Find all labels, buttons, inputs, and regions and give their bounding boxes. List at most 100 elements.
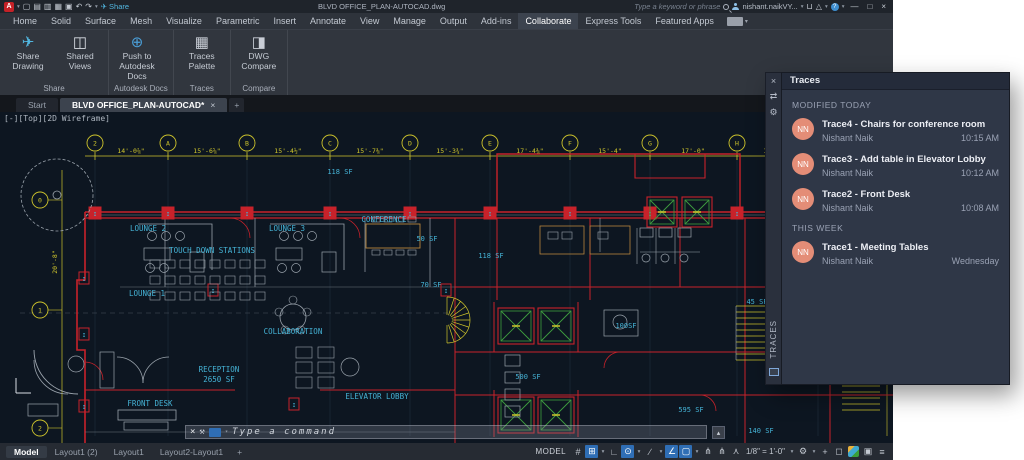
redo-icon[interactable]: ↷ [85,0,92,13]
search-input[interactable]: Type a keyword or phrase [634,2,720,11]
autodesk-account-icon[interactable]: △ [816,0,822,13]
ribbon-tab-output[interactable]: Output [433,13,474,29]
ribbon-tab-solid[interactable]: Solid [44,13,78,29]
save-icon[interactable]: ▥ [44,0,52,13]
logo-caret-icon[interactable]: ▾ [17,4,20,10]
customize-menu-icon[interactable]: ≡ [876,445,889,458]
tab-close-icon[interactable]: × [210,100,215,110]
layout-tab-layout1[interactable]: Layout1 [106,446,152,458]
maximize-button[interactable]: □ [864,2,875,11]
new-layout-button[interactable]: + [231,446,248,458]
share-quick-button[interactable]: ✈ Share [101,2,129,11]
trace-list-item[interactable]: NNTrace3 - Add table in Elevator LobbyNi… [792,153,999,178]
polar-tracking-icon[interactable]: ⊙ [621,445,634,458]
ribbon-group-autodesk-docs: ⊕Push toAutodesk DocsAutodesk Docs [109,30,174,95]
osnap-caret-icon[interactable]: ▾ [693,445,700,458]
osnap-icon[interactable]: ▢ [679,445,692,458]
username-label[interactable]: nishant.naikVY... [742,2,797,11]
push-to-autodesk-docs-button[interactable]: ⊕Push toAutodesk Docs [114,33,160,83]
plot-icon[interactable]: ▣ [65,0,73,13]
tab-start[interactable]: Start [16,98,58,112]
polar-caret-icon[interactable]: ▾ [635,445,642,458]
ribbon-tab-surface[interactable]: Surface [78,13,123,29]
autotrack-icon[interactable]: ∠ [665,445,678,458]
help-caret-icon[interactable]: ▾ [842,4,845,10]
drawing-canvas[interactable]: [-][Top][2D Wireframe] IIIIIIIIIIIIIIII2… [0,112,893,443]
ribbon-tab-collaborate[interactable]: Collaborate [518,13,578,29]
new-drawing-tab-button[interactable]: + [229,98,244,112]
new-file-icon[interactable]: ▢ [23,0,31,13]
save-as-icon[interactable]: ▦ [54,0,62,13]
traces-spine-bottom-icon[interactable] [769,368,779,376]
ribbon-display-toggle[interactable] [727,17,743,26]
ribbon-tab-parametric[interactable]: Parametric [209,13,267,29]
annotation-scale-icon[interactable]: ⋏ [729,445,742,458]
ribbon-tab-visualize[interactable]: Visualize [159,13,209,29]
user-avatar-icon[interactable] [732,3,739,10]
annotation-autoscale-icon[interactable]: ⋔ [715,445,728,458]
undo-icon[interactable]: ↶ [76,0,83,13]
ribbon-tab-annotate[interactable]: Annotate [303,13,353,29]
ribbon-tab-manage[interactable]: Manage [386,13,433,29]
isolate-objects-icon[interactable]: ◻ [833,445,846,458]
share-drawing-button[interactable]: ✈ShareDrawing [5,33,51,83]
close-button[interactable]: × [878,2,889,11]
ortho-mode-icon[interactable]: ∟ [607,445,620,458]
annotation-scale-value[interactable]: 1/8" = 1'-0" [746,447,785,456]
scale-caret-icon[interactable]: ▾ [789,445,796,458]
svg-text:I: I [245,212,248,218]
panel-settings-gear-icon[interactable]: ⚙ [769,107,777,118]
account-caret-icon[interactable]: ▾ [825,4,828,10]
settings-gear-icon[interactable]: ⚙ [797,445,810,458]
minimize-button[interactable]: — [847,2,861,11]
autocad-logo-icon[interactable]: A [4,2,14,12]
ribbon-tab-featured-apps[interactable]: Featured Apps [648,13,721,29]
ribbon-display-caret-icon[interactable]: ▾ [745,18,748,25]
ribbon-tab-view[interactable]: View [353,13,386,29]
avatar: NN [792,241,814,263]
recent-commands-icon[interactable] [209,428,221,437]
customization-plus-icon[interactable]: + [819,445,832,458]
command-close-icon[interactable]: × [190,427,195,437]
traces-vertical-label: TRACES [769,320,778,358]
viewport-controls[interactable]: [-][Top][2D Wireframe] [4,114,110,123]
command-input[interactable]: Type a command [232,427,336,437]
isodraft-icon[interactable]: ∕ [643,445,656,458]
grid-display-icon[interactable]: # [571,445,584,458]
command-history-up-button[interactable]: ▴ [712,426,725,439]
help-icon[interactable]: ? [831,3,839,11]
model-space-label[interactable]: MODEL [536,447,566,456]
annotation-visibility-icon[interactable]: ⋔ [701,445,714,458]
gear-caret-icon[interactable]: ▾ [811,445,818,458]
layout-tab-layout2-layout1[interactable]: Layout2-Layout1 [152,446,231,458]
shared-views-button[interactable]: ◫SharedViews [57,33,103,83]
ribbon-tab-add-ins[interactable]: Add-ins [474,13,519,29]
layout-tab-layout1-2-[interactable]: Layout1 (2) [47,446,106,458]
clean-screen-icon[interactable]: ▣ [862,445,875,458]
command-line[interactable]: × ⚒ ▾ Type a command [185,425,707,439]
ribbon-tab-insert[interactable]: Insert [266,13,303,29]
snap-mode-icon[interactable]: ⊞ [585,445,598,458]
isodraft-caret-icon[interactable]: ▾ [657,445,664,458]
tab-active-drawing[interactable]: BLVD OFFICE_PLAN-AUTOCAD* × [60,98,227,112]
dwg-compare-button[interactable]: ◨DWGCompare [236,33,282,83]
app-store-cart-icon[interactable]: ⊔ [807,0,813,13]
traces-palette-button[interactable]: ▦TracesPalette [179,33,225,83]
snap-caret-icon[interactable]: ▾ [599,445,606,458]
open-file-icon[interactable]: ▤ [33,0,41,13]
username-caret-icon[interactable]: ▾ [801,4,804,10]
recent-commands-caret-icon[interactable]: ▾ [225,429,228,435]
customize-wrench-icon[interactable]: ⚒ [199,427,204,437]
trace-list-item[interactable]: NNTrace1 - Meeting TablesNishant NaikWed… [792,241,999,266]
ribbon-tab-home[interactable]: Home [6,13,44,29]
panel-autohide-icon[interactable]: ⇄ [770,91,778,102]
hardware-accel-icon[interactable] [848,446,859,457]
trace-list-item[interactable]: NNTrace2 - Front DeskNishant Naik10:08 A… [792,188,999,213]
trace-list-item[interactable]: NNTrace4 - Chairs for conference roomNis… [792,118,999,143]
ribbon-tab-express-tools[interactable]: Express Tools [578,13,648,29]
search-icon[interactable] [723,4,729,10]
ribbon-tab-mesh[interactable]: Mesh [123,13,159,29]
layout-tab-model[interactable]: Model [6,446,47,458]
undo-caret-icon[interactable]: ▾ [95,4,98,10]
panel-close-icon[interactable]: × [771,76,776,86]
